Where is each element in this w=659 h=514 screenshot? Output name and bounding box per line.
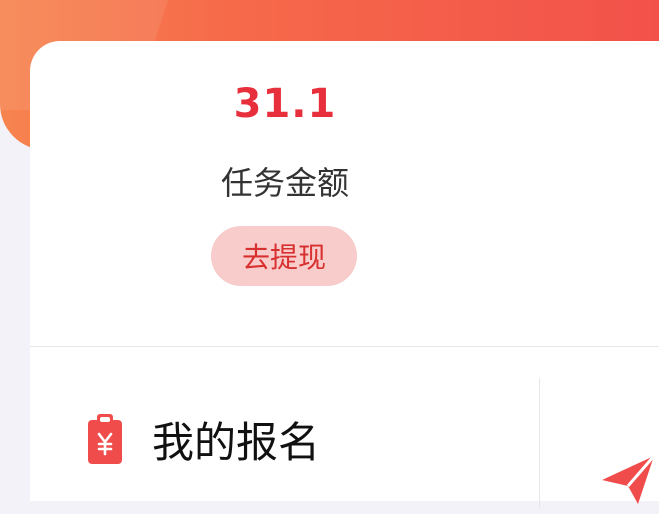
my-signup-label: 我的报名 bbox=[152, 417, 321, 467]
task-amount-label: 任务金额 bbox=[220, 164, 349, 202]
menu-item-publish[interactable] bbox=[598, 450, 658, 510]
column-divider bbox=[539, 378, 540, 508]
stats-card: 31.1 任务金额 去提现 我的报名 bbox=[30, 41, 659, 508]
clipboard-yen-icon bbox=[88, 414, 122, 464]
task-amount-value: 31.1 bbox=[233, 81, 337, 127]
withdraw-button[interactable]: 去提现 bbox=[211, 226, 357, 286]
section-divider bbox=[30, 346, 659, 347]
paper-plane-icon bbox=[598, 455, 658, 514]
menu-item-my-signup[interactable]: 我的报名 bbox=[88, 409, 320, 469]
